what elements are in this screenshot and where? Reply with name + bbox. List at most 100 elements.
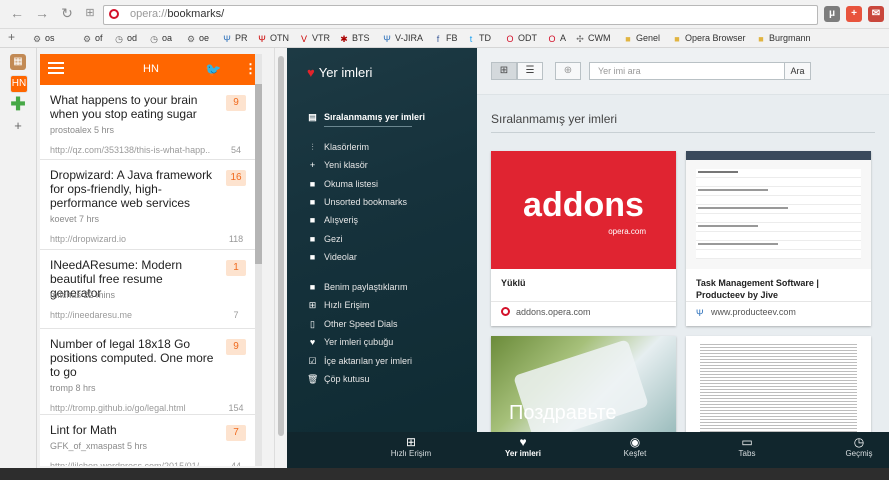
sidebar-item-unsorted[interactable]: ▤ Sıralanmamış yer imleri [307, 112, 425, 127]
address-field[interactable]: opera://bookmarks/ [103, 5, 818, 25]
bookmark-item-bts[interactable]: ✱ BTS [339, 31, 370, 45]
reload-icon[interactable]: ↻ [58, 4, 76, 22]
sidebar-item-benim-payla-t-klar-m[interactable]: ■ Benim paylaştıklarım [307, 282, 408, 292]
back-icon[interactable]: ← [8, 4, 26, 22]
bookmark-card[interactable]: Task Management Software | Producteev by… [686, 151, 871, 326]
story-age: 5 hrs [127, 441, 148, 451]
bookmark-item-vtr[interactable]: V VTR [299, 31, 330, 45]
comment-count[interactable]: 118 [226, 234, 246, 244]
plus-icon[interactable]: + [10, 118, 26, 134]
bookmark-item-genel[interactable]: ■ Genel [623, 31, 660, 45]
story-link[interactable]: http://tromp.github.io/go/legal.html [50, 403, 210, 413]
bookmark-label: CWM [588, 33, 611, 43]
bookmark-item-of[interactable]: ⚙ of [82, 31, 103, 45]
hn-panel-icon[interactable]: HN [10, 75, 28, 93]
sidebar-item-gezi[interactable]: ■ Gezi [307, 234, 343, 244]
bookmark-item-fb[interactable]: f FB [433, 31, 458, 45]
comment-count[interactable]: 54 [226, 145, 246, 155]
card-title: Yüklü [501, 278, 526, 288]
bookmark-item-td[interactable]: t TD [466, 31, 491, 45]
story-title[interactable]: Lint for Math [50, 423, 215, 437]
bookmark-item-cwm[interactable]: ✣ CWM [575, 31, 611, 45]
speed-dial-grid-icon[interactable]: ⊞ [81, 4, 99, 22]
hn-scrollbar[interactable] [255, 54, 262, 466]
story-link[interactable]: http://dropwizard.io [50, 234, 210, 244]
story-title[interactable]: What happens to your brain when you stop… [50, 93, 215, 121]
bookmark-label: BTS [352, 33, 370, 43]
sidebar-item-label: Çöp kutusu [324, 374, 370, 384]
address-toolbar: ← → ↻ ⊞ opera://bookmarks/ μ + ✉ [0, 0, 889, 29]
search-button[interactable]: Ara [784, 62, 811, 80]
sidebar-item-al-veri-[interactable]: ■ Alışveriş [307, 215, 358, 225]
fork-icon: Ψ [383, 34, 391, 44]
panel-scrollbar[interactable] [274, 48, 287, 468]
facebook-icon: f [436, 34, 440, 44]
story-link[interactable]: http://ineedaresu.me [50, 310, 210, 320]
add-bookmark-icon[interactable]: + [8, 30, 15, 44]
bookmark-item-pr[interactable]: Ψ PR [222, 31, 247, 45]
sidebar-item-label: Yeni klasör [324, 160, 368, 171]
extension-tile-icon[interactable]: ▦ [10, 54, 26, 70]
hn-story-item[interactable]: INeedAResume: Modern beautiful free resu… [40, 250, 256, 329]
list-view-button[interactable]: ☰ [517, 62, 543, 80]
sidebar-item-yeni-klas-r[interactable]: + Yeni klasör [307, 160, 368, 170]
story-title[interactable]: Dropwizard: A Java framework for ops-fri… [50, 168, 215, 210]
bookmark-item-otn[interactable]: Ψ OTN [257, 31, 289, 45]
clock-icon: ◷ [150, 34, 158, 44]
bookmark-item-od[interactable]: ◷ od [114, 31, 137, 45]
bookmark-item-oe[interactable]: ⚙ oe [186, 31, 209, 45]
folder-icon: ■ [309, 233, 316, 244]
bookmark-card[interactable] [686, 336, 871, 432]
new-folder-button[interactable]: ⊕ [555, 62, 581, 80]
sidebar-item-klas-rlerim[interactable]: ⫶ Klasörlerim [307, 142, 369, 153]
nav-h-zl-eri-im[interactable]: ⊞ Hızlı Erişim [376, 435, 446, 458]
bookmark-icon: ▤ [308, 112, 317, 122]
sidebar-item-h-zl-eri-im[interactable]: ⊞ Hızlı Erişim [307, 300, 370, 311]
extension-mail-icon[interactable]: ✉ [868, 6, 884, 22]
bookmark-card[interactable]: addons opera.com Yüklü addons.opera.com [491, 151, 676, 326]
card-thumbnail: Поздравьте [491, 336, 676, 432]
nav-yer-imleri[interactable]: ♥ Yer imleri [488, 435, 558, 458]
story-link[interactable]: http://qz.com/353138/this-is-what-happ..… [50, 145, 210, 155]
bookmark-item-opera-browser[interactable]: ■ Opera Browser [672, 31, 745, 45]
nav-tabs[interactable]: ▭ Tabs [712, 435, 782, 458]
bookmark-item-oa[interactable]: ◷ oa [149, 31, 172, 45]
nav-ge-mi-[interactable]: ◷ Geçmiş [824, 435, 889, 458]
hn-story-item[interactable]: Lint for Math GFK_of_xmaspast 5 hrs http:/… [40, 415, 256, 466]
story-link[interactable]: http://lilchon.wordpress.com/2015/01/... [50, 461, 210, 466]
hn-story-item[interactable]: What happens to your brain when you stop… [40, 85, 256, 160]
grid-icon: ⊞ [405, 435, 417, 449]
forward-icon[interactable]: → [33, 4, 51, 22]
grid-view-button[interactable]: ⊞ [491, 62, 517, 80]
card-url: addons.opera.com [501, 307, 591, 317]
bookmark-item-a[interactable]: OA [547, 31, 566, 45]
bookmark-item-os[interactable]: ⚙ os [32, 31, 55, 45]
sidebar-item--p-kutusu[interactable]: 🗑 Çöp kutusu [307, 374, 370, 385]
hn-story-item[interactable]: Number of legal 18x18 Go positions compu… [40, 329, 256, 415]
comment-count[interactable]: 154 [226, 403, 246, 413]
nav-ke-fet[interactable]: ◉ Keşfet [600, 435, 670, 458]
comment-count[interactable]: 44 [226, 461, 246, 466]
story-title[interactable]: Number of legal 18x18 Go positions compu… [50, 337, 215, 379]
hn-story-item[interactable]: Dropwizard: A Java framework for ops-fri… [40, 160, 256, 250]
twitter-icon[interactable]: 🐦 [205, 62, 221, 78]
extension-p-icon[interactable]: μ [824, 6, 840, 22]
bookmark-card[interactable]: Поздравьте [491, 336, 676, 432]
comment-count[interactable]: 7 [226, 310, 246, 320]
bookmark-item-burgmann[interactable]: ■ Burgmann [756, 31, 810, 45]
story-user: prostoalex [50, 125, 92, 135]
sidebar-item-yer-imleri-ubu-u[interactable]: ♥ Yer imleri çubuğu [307, 337, 393, 347]
folder-icon: ■ [309, 178, 316, 189]
bookmarks-sidebar: ♥ Yer imleri ▤ Sıralanmamış yer imleri ⫶ Kl… [287, 48, 477, 432]
bookmark-item-odt[interactable]: O ODT [505, 31, 537, 45]
extension-plus-icon[interactable]: + [846, 6, 862, 22]
sidebar-item-videolar[interactable]: ■ Videolar [307, 252, 357, 262]
sidebar-item-i-e-aktar-lan-yer-imleri[interactable]: ☑ İçe aktarılan yer imleri [307, 356, 412, 367]
folder-icon: ■ [309, 251, 316, 262]
sidebar-item-okuma-listesi[interactable]: ■ Okuma listesi [307, 179, 378, 189]
bookmark-item-v-jira[interactable]: Ψ V-JIRA [382, 31, 423, 45]
sidebar-item-other-speed-dials[interactable]: ▯ Other Speed Dials [307, 319, 398, 330]
sidebar-item-unsorted-bookmarks[interactable]: ■ Unsorted bookmarks [307, 197, 407, 207]
search-input[interactable]: Yer imi ara [589, 62, 785, 80]
add-panel-icon[interactable]: ✚ [10, 95, 26, 113]
